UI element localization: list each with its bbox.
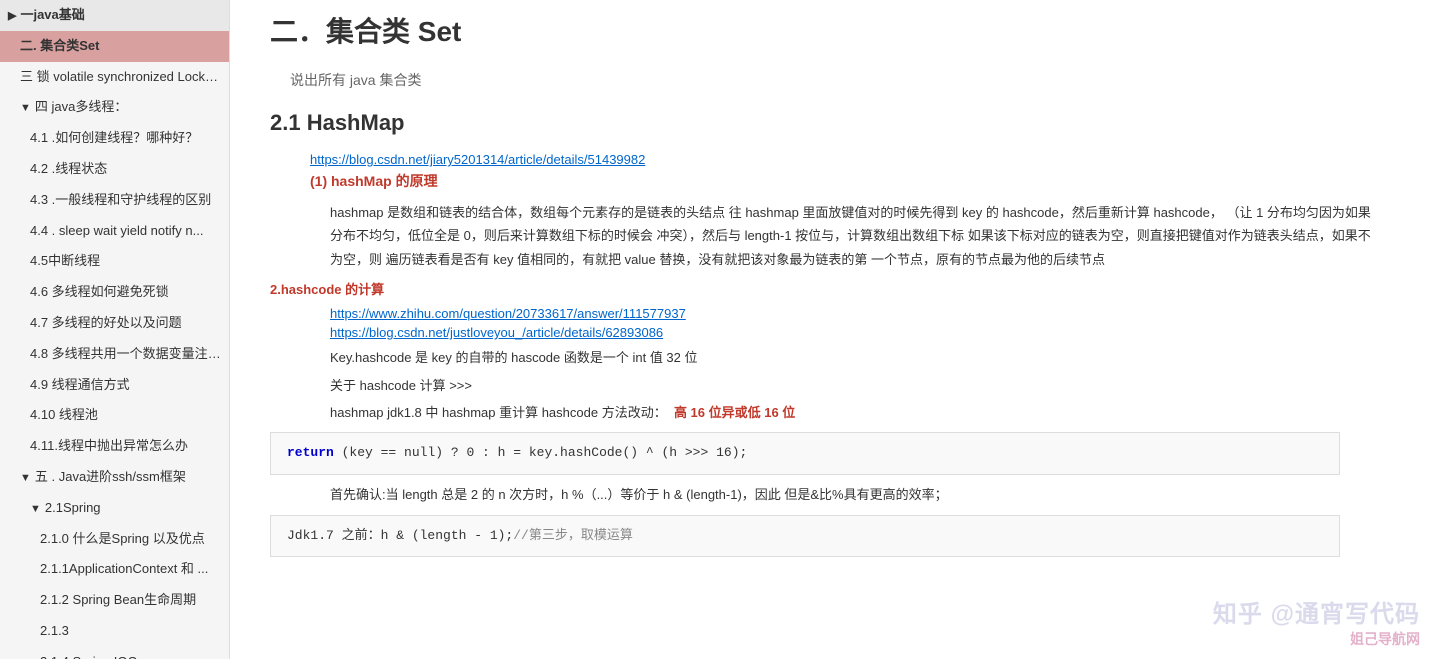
sidebar-item-2-1-1[interactable]: 2.1.1ApplicationContext 和 ... [0, 554, 229, 585]
code-text-1: (key == null) ? 0 : h = key.hashCode() ^… [342, 445, 748, 460]
main-content: 二．集合类 Set 说出所有 java 集合类 2.1 HashMap http… [230, 0, 1440, 659]
arrow-icon: ▼ [20, 100, 31, 118]
code-text-2: Jdk1.7 之前：h & (length - 1); [287, 528, 513, 543]
code-block-2: Jdk1.7 之前：h & (length - 1);//第三步，取模运算 [270, 515, 1340, 558]
arrow-icon: ▶ [8, 8, 16, 26]
link-csdn-hashcode[interactable]: https://blog.csdn.net/justloveyou_/artic… [330, 325, 1400, 340]
sidebar-item-4-11[interactable]: 4.11.线程中抛出异常怎么办 [0, 431, 229, 462]
sidebar-item-2-1-4[interactable]: 2.1.4 Spring IOC [0, 647, 229, 659]
hashmap-description: hashmap 是数组和链表的结合体，数组每个元素存的是链表的头结点 往 has… [270, 201, 1400, 271]
sidebar-item-2-1-2[interactable]: 2.1.2 Spring Bean生命周期 [0, 585, 229, 616]
sidebar: ▶一java基础 二. 集合类Set 三 锁 volatile synchron… [0, 0, 230, 659]
sidebar-item-spring[interactable]: ▼2.1Spring [0, 493, 229, 524]
hashcode-int-desc: Key.hashcode 是 key 的自带的 hascode 函数是一个 in… [270, 346, 1400, 369]
link-zhihu[interactable]: https://www.zhihu.com/question/20733617/… [330, 306, 1400, 321]
sidebar-item-4-8[interactable]: 4.8 多线程共用一个数据变量注意... [0, 339, 229, 370]
hashcode-calc-intro: 关于 hashcode 计算 >>> [270, 374, 1400, 397]
sidebar-item-4-6[interactable]: 4.6 多线程如何避免死锁 [0, 277, 229, 308]
link-csdn-hashmap[interactable]: https://blog.csdn.net/jiary5201314/artic… [270, 152, 1400, 167]
arrow-icon: ▼ [20, 470, 31, 488]
sidebar-item-4-4[interactable]: 4.4 . sleep wait yield notify n... [0, 216, 229, 247]
sidebar-item-4-1[interactable]: 4.1 .如何创建线程？哪种好？ [0, 123, 229, 154]
hashcode-calc-label: 2.hashcode 的计算 [270, 279, 1400, 298]
sidebar-item-set[interactable]: 二. 集合类Set [0, 31, 229, 62]
length-explanation: 首先确认:当 length 总是 2 的 n 次方时，h %（...）等价于 h… [270, 483, 1400, 506]
arrow-icon: ▼ [30, 501, 41, 519]
section-title-hashmap: 2.1 HashMap [270, 110, 1400, 136]
red-highlight: 高 16 位异或低 16 位 [674, 405, 795, 420]
hashmap-principle-label: (1) hashMap 的原理 [270, 171, 1400, 191]
sidebar-item-2-1-0[interactable]: 2.1.0 什么是Spring 以及优点 [0, 524, 229, 555]
code-content-1: return (key == null) ? 0 : h = key.hashC… [270, 432, 1340, 475]
sidebar-item-multithreading[interactable]: ▼四 java多线程： [0, 92, 229, 123]
code-content-2: Jdk1.7 之前：h & (length - 1);//第三步，取模运算 [270, 515, 1340, 558]
hashmap-jdk18-desc: hashmap jdk1.8 中 hashmap 重计算 hashcode 方法… [270, 401, 1400, 424]
sidebar-item-5[interactable]: ▼五 . Java进阶ssh/ssm框架 [0, 462, 229, 493]
code-block-1: return (key == null) ? 0 : h = key.hashC… [270, 432, 1340, 475]
sidebar-item-4-2[interactable]: 4.2 .线程状态 [0, 154, 229, 185]
sidebar-item-java-basics[interactable]: ▶一java基础 [0, 0, 229, 31]
page-title: 二．集合类 Set [270, 10, 1400, 50]
sidebar-item-4-3[interactable]: 4.3 .一般线程和守护线程的区别 [0, 185, 229, 216]
sidebar-item-4-7[interactable]: 4.7 多线程的好处以及问题 [0, 308, 229, 339]
hashcode-links-block: https://www.zhihu.com/question/20733617/… [270, 306, 1400, 340]
keyword-return: return [287, 445, 334, 460]
sidebar-item-4-5[interactable]: 4.5中断线程 [0, 246, 229, 277]
sidebar-item-2-1-3[interactable]: 2.1.3 [0, 616, 229, 647]
code-comment: //第三步，取模运算 [513, 528, 633, 543]
sidebar-item-4-9[interactable]: 4.9 线程通信方式 [0, 370, 229, 401]
sidebar-item-4-10[interactable]: 4.10 线程池 [0, 400, 229, 431]
subtitle-text: 说出所有 java 集合类 [270, 70, 1400, 90]
sidebar-item-lock[interactable]: 三 锁 volatile synchronized Lock R... [0, 62, 229, 93]
